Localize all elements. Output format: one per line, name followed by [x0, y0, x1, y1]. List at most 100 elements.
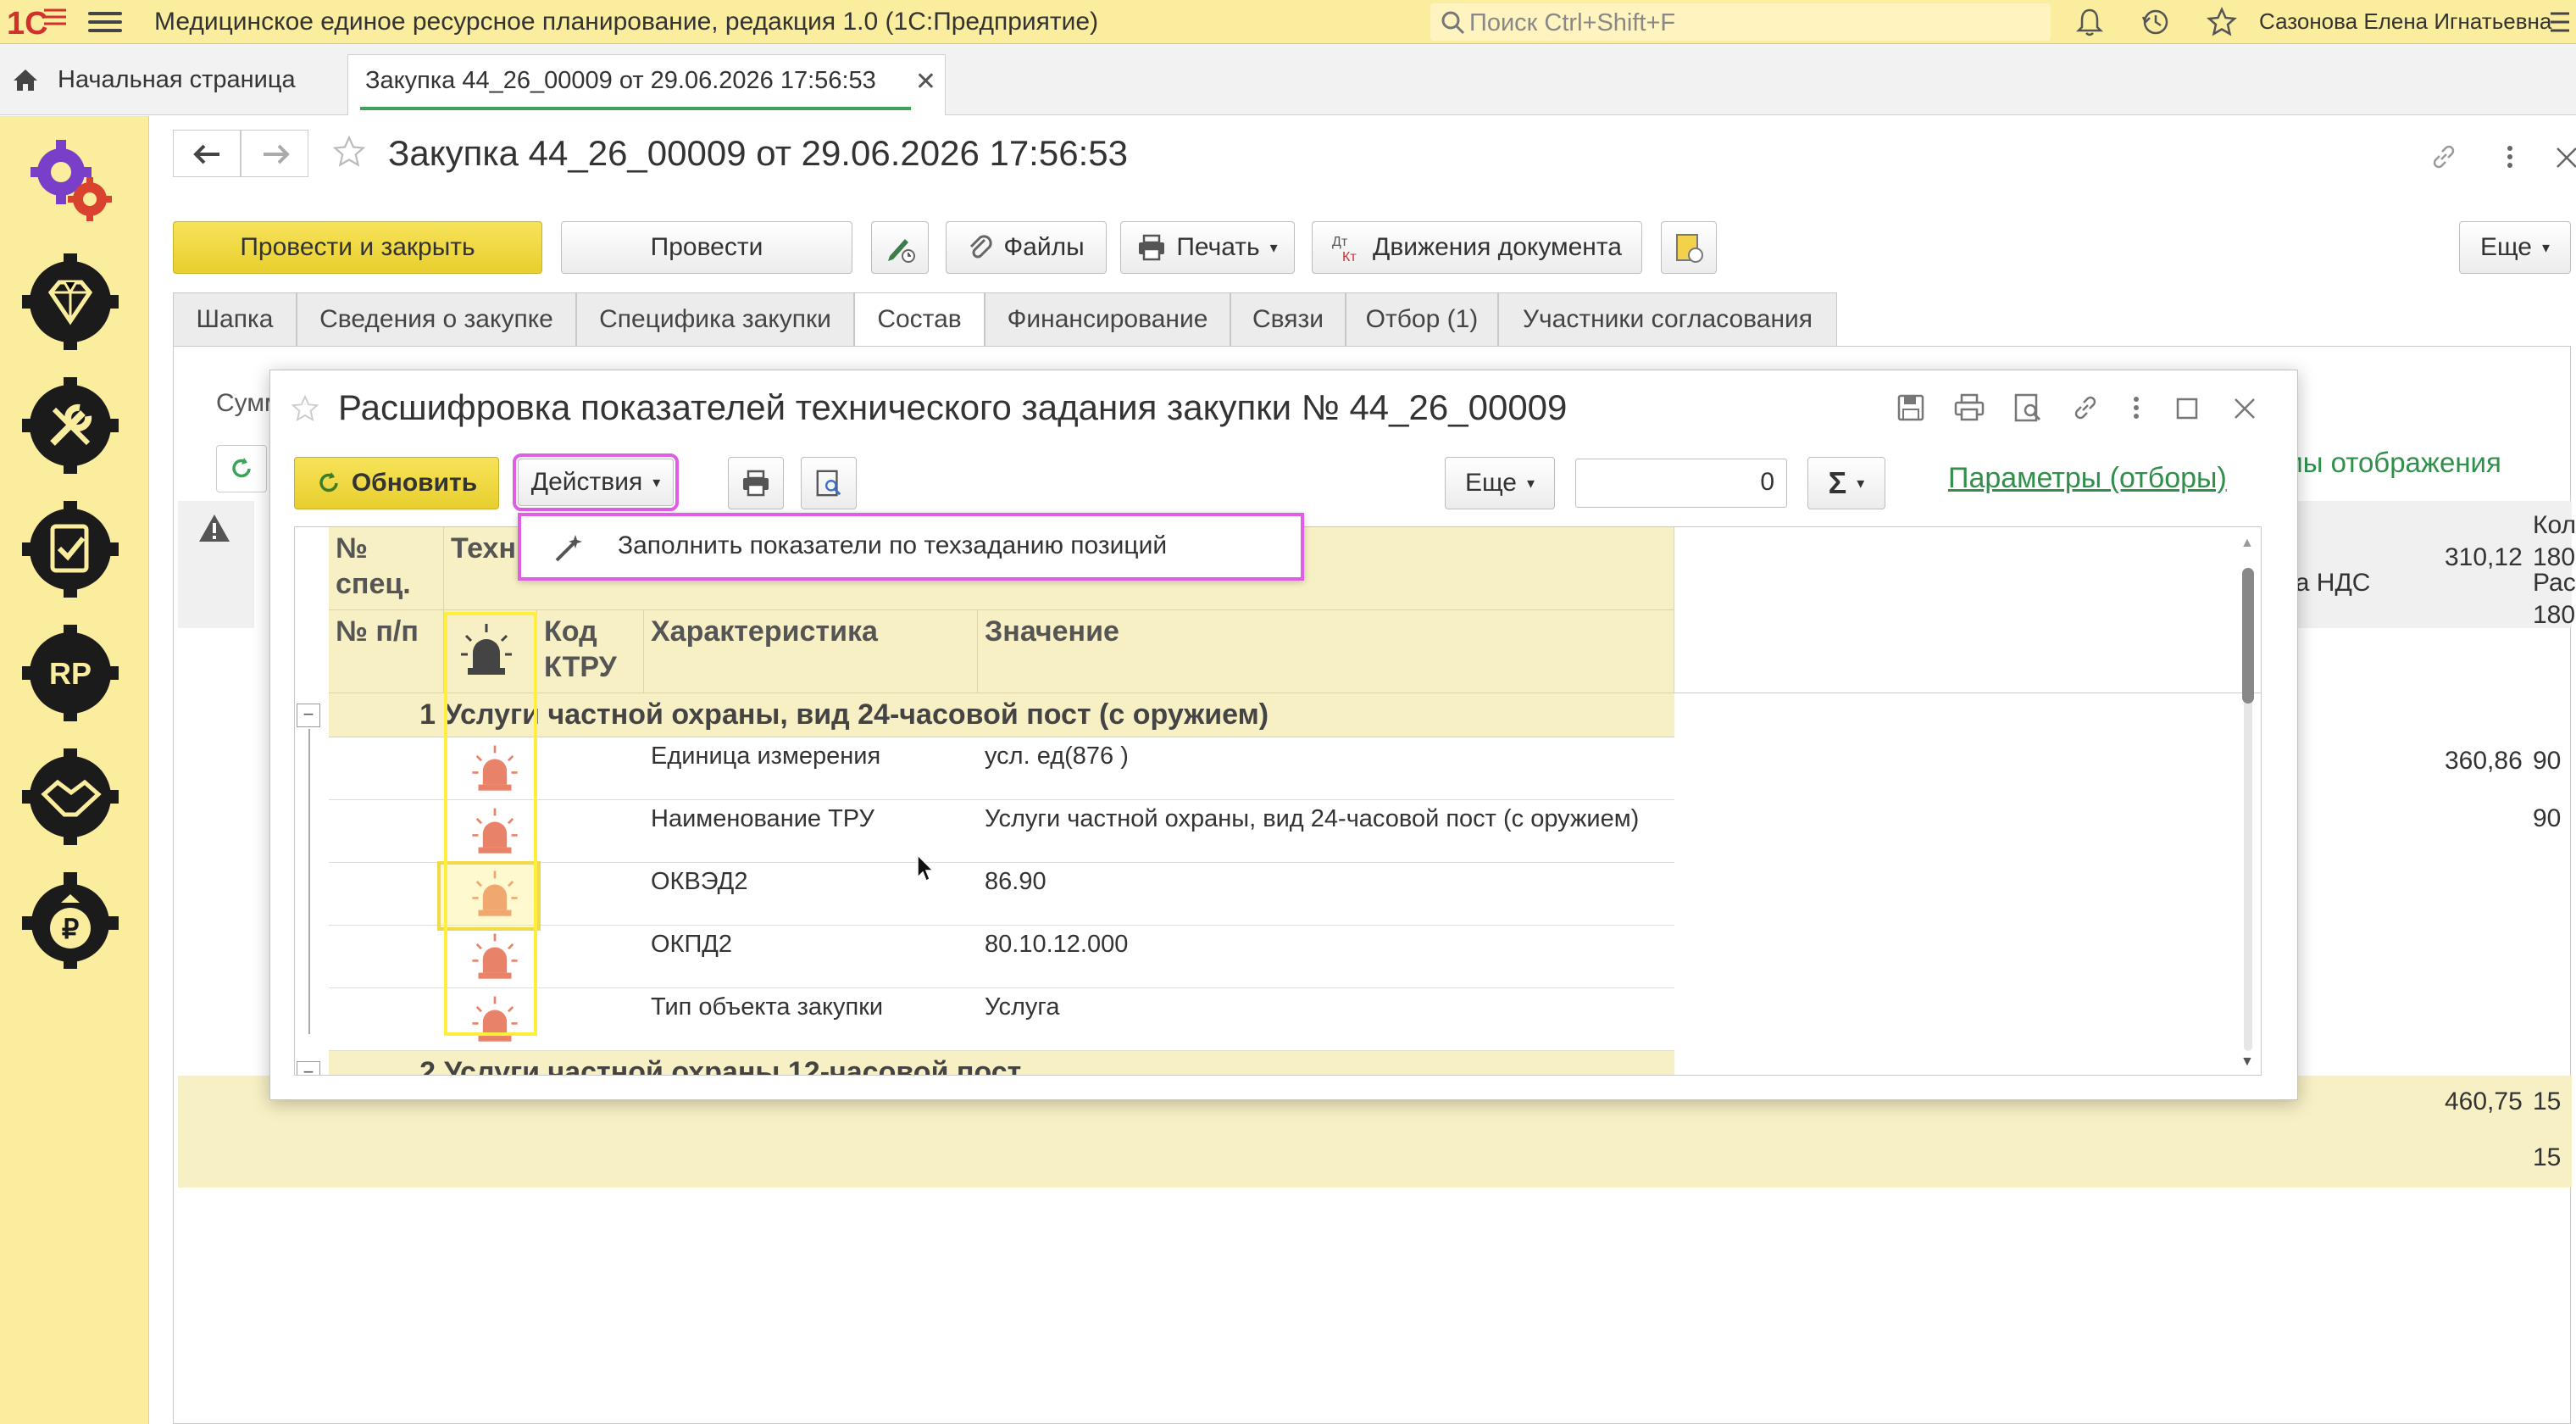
col-header-pos-no[interactable]: № п/п: [329, 610, 444, 693]
chevron-down-icon: ▾: [2542, 238, 2551, 256]
bell-icon[interactable]: [2074, 7, 2105, 37]
preview-icon[interactable]: [2012, 392, 2043, 423]
save-icon[interactable]: [1896, 392, 1926, 423]
refresh-button[interactable]: Обновить: [294, 457, 499, 509]
col-header-kol: Кол: [2533, 511, 2576, 539]
close-icon[interactable]: [2231, 392, 2258, 423]
value-cell: Услуги частной охраны, вид 24-часовой по…: [985, 805, 1640, 832]
post-button[interactable]: Провести: [561, 221, 852, 274]
col-header-ktru[interactable]: Код КТРУ: [537, 610, 644, 693]
edit-signature-button[interactable]: [871, 221, 929, 274]
preview-button[interactable]: [801, 457, 857, 509]
sum-button[interactable]: Σ ▾: [1807, 457, 1885, 509]
printer-icon: [1139, 234, 1165, 261]
tab-shapka[interactable]: Шапка: [173, 292, 297, 347]
characteristic-cell: Наименование ТРУ: [651, 805, 874, 832]
number-field[interactable]: 0: [1575, 459, 1787, 508]
home-icon: [14, 70, 37, 91]
search-input[interactable]: Поиск Ctrl+Shift+F: [1430, 3, 2051, 41]
ruble-bag-gear-icon[interactable]: ₽: [20, 871, 120, 971]
handshake-gear-icon[interactable]: [20, 747, 120, 847]
maximize-icon[interactable]: [2174, 392, 2201, 423]
characteristic-cell: Единица измерения: [651, 743, 881, 770]
grid-empty-header: [1674, 527, 2261, 693]
col-header-characteristic[interactable]: Характеристика: [644, 610, 978, 693]
link-icon[interactable]: [2429, 142, 2459, 172]
table-header-right: н ка НДС Кол Рас: [2284, 501, 2576, 628]
tab-financing[interactable]: Финансирование: [985, 292, 1230, 347]
vertical-scrollbar[interactable]: ▲ ▼: [2235, 534, 2259, 1071]
post-and-close-button[interactable]: Провести и закрыть: [173, 221, 542, 274]
table-row[interactable]: Тип объекта закупки Услуга: [329, 988, 1674, 1051]
collapse-group-icon[interactable]: −: [297, 1061, 320, 1075]
forward-button[interactable]: [241, 130, 308, 177]
col-header-spec-no[interactable]: № спец.: [329, 527, 444, 610]
scroll-thumb[interactable]: [2242, 568, 2254, 704]
qty-cell: 15: [2533, 1143, 2562, 1171]
tab-procurement-info[interactable]: Сведения о закупке: [297, 292, 576, 347]
value-cell: Услуга: [985, 993, 1060, 1021]
parameters-filters-link[interactable]: Параметры (отборы): [1948, 462, 2227, 495]
display-modes-link[interactable]: мы отображения: [2284, 447, 2501, 479]
actions-button-label: Действия: [530, 468, 643, 496]
home-tab[interactable]: Начальная страница: [0, 44, 296, 115]
more-button[interactable]: Еще ▾: [1445, 457, 1555, 509]
print-button-label: Печать: [1176, 233, 1260, 261]
arrow-left-icon: [193, 144, 219, 164]
settings-menu-icon[interactable]: [2547, 8, 2573, 36]
task-gear-icon[interactable]: [20, 499, 120, 599]
table-row[interactable]: Единица измерения усл. ед(876 ): [329, 737, 1674, 800]
favorites-star-icon[interactable]: [2207, 7, 2237, 37]
scroll-down-icon[interactable]: ▼: [2240, 1054, 2254, 1070]
group-row[interactable]: 2 Услуги частной охраны 12-часовой пост: [329, 1051, 1674, 1076]
collapse-group-icon[interactable]: −: [297, 704, 320, 727]
favorite-star-icon[interactable]: [291, 394, 319, 423]
tab-procurement-specifics[interactable]: Специфика закупки: [576, 292, 854, 347]
user-name[interactable]: Сазонова Елена Игнатьевна: [2259, 8, 2551, 35]
refresh-button[interactable]: [216, 445, 267, 492]
tree-line: [308, 729, 310, 1034]
tools-gear-icon[interactable]: [20, 375, 120, 476]
tab-links[interactable]: Связи: [1230, 292, 1346, 347]
rp-gear-icon[interactable]: RP: [20, 623, 120, 723]
group-title: Услуги частной охраны 12-часовой пост: [444, 1056, 1022, 1076]
svg-text:Кт: Кт: [1342, 250, 1357, 263]
col-header-alarm[interactable]: [444, 610, 537, 693]
files-button[interactable]: Файлы: [946, 221, 1107, 274]
table-row[interactable]: Наименование ТРУ Услуги частной охраны, …: [329, 800, 1674, 863]
amount-cell: 360,86: [2445, 747, 2523, 775]
report-button[interactable]: [1661, 221, 1717, 274]
col-header-value[interactable]: Значение: [978, 610, 1674, 693]
main-menu-icon[interactable]: [88, 7, 122, 37]
alarm-beacon-icon: [472, 933, 518, 979]
1c-logo[interactable]: 1С: [5, 3, 68, 41]
history-icon[interactable]: [2140, 7, 2171, 37]
link-icon[interactable]: [2070, 392, 2101, 423]
print-button[interactable]: [728, 457, 784, 509]
paperclip-icon: [970, 235, 992, 259]
settings-gear-icon[interactable]: [20, 128, 120, 228]
document-movements-button[interactable]: Дт Кт Движения документа: [1312, 221, 1642, 274]
more-vertical-icon[interactable]: [2503, 142, 2517, 172]
table-row[interactable]: ОКПД2 80.10.12.000: [329, 926, 1674, 988]
diamond-gear-icon[interactable]: [20, 252, 120, 352]
back-button[interactable]: [173, 130, 241, 177]
scroll-up-icon[interactable]: ▲: [2240, 536, 2254, 551]
document-tab[interactable]: Закупка 44_26_00009 от 29.06.2026 17:56:…: [347, 54, 946, 115]
printer-icon[interactable]: [1953, 392, 1985, 423]
more-button[interactable]: Еще ▾: [2459, 221, 2571, 274]
close-tab-icon[interactable]: ✕: [915, 67, 936, 97]
favorite-star-icon[interactable]: [332, 135, 366, 169]
actions-dropdown-button[interactable]: Действия ▾: [513, 453, 679, 511]
tab-filter[interactable]: Отбор (1): [1346, 292, 1498, 347]
more-vertical-icon[interactable]: [2129, 392, 2143, 423]
tab-approval-participants[interactable]: Участники согласования: [1498, 292, 1837, 347]
print-button[interactable]: Печать ▾: [1120, 221, 1295, 274]
group-row[interactable]: 1 Услуги частной охраны, вид 24-часовой …: [329, 693, 1674, 737]
fill-indicators-menu-item[interactable]: Заполнить показатели по техзаданию позиц…: [618, 531, 1167, 560]
close-icon[interactable]: [2554, 142, 2576, 172]
tab-composition[interactable]: Состав: [854, 292, 985, 347]
dialog-title: Расшифровка показателей технического зад…: [338, 387, 1568, 427]
selected-cell-highlight: [437, 861, 541, 931]
arrow-right-icon: [264, 144, 290, 164]
